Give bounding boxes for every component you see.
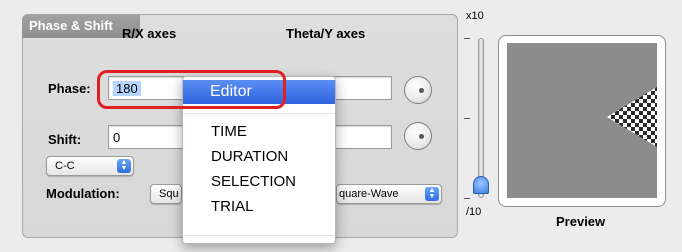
theta-y-axes-header: Theta/Y axes <box>286 26 366 41</box>
phase-theta-input[interactable] <box>330 76 392 100</box>
checker-wedge-graphic <box>607 87 657 147</box>
zoom-slider-track[interactable] <box>478 38 484 198</box>
phase-knob[interactable] <box>404 76 432 104</box>
modulation-rx-value: Squ <box>159 188 179 200</box>
menu-item-duration[interactable]: DURATION <box>211 148 288 165</box>
slider-top-label: x10 <box>466 10 484 22</box>
phase-label: Phase: <box>48 81 91 96</box>
slider-tick <box>464 38 470 39</box>
menu-bottom-separator <box>182 235 334 236</box>
slider-bottom-label: /10 <box>466 206 482 218</box>
coupling-value: C-C <box>55 160 75 172</box>
menu-separator <box>183 113 335 114</box>
modulation-label: Modulation: <box>46 186 120 201</box>
menu-item-time[interactable]: TIME <box>211 123 247 140</box>
menu-item-trial[interactable]: TRIAL <box>211 198 254 215</box>
coupling-popup[interactable]: C-C ▲ ▼ <box>46 156 134 176</box>
shift-rx-value: 0 <box>113 130 121 145</box>
slider-tick <box>464 118 470 119</box>
modulation-rx-popup[interactable]: Squ <box>150 184 182 204</box>
shift-rx-input[interactable]: 0 <box>108 125 188 149</box>
popup-arrows-icon: ▲ ▼ <box>117 159 131 173</box>
modulation-theta-value: quare-Wave <box>339 188 399 200</box>
rx-axes-header: R/X axes <box>122 26 177 41</box>
zoom-slider-thumb[interactable] <box>473 176 489 194</box>
shift-label: Shift: <box>48 132 82 147</box>
preview-screen <box>507 43 657 198</box>
modulation-theta-popup[interactable]: quare-Wave ▲ ▼ <box>336 184 442 204</box>
preview-label: Preview <box>556 214 606 229</box>
annotation-ring <box>97 70 286 109</box>
shift-knob[interactable] <box>404 122 432 150</box>
popup-arrows-icon: ▲ ▼ <box>425 187 439 201</box>
shift-theta-input[interactable] <box>330 125 392 149</box>
menu-item-selection[interactable]: SELECTION <box>211 173 296 190</box>
slider-tick <box>464 198 470 199</box>
